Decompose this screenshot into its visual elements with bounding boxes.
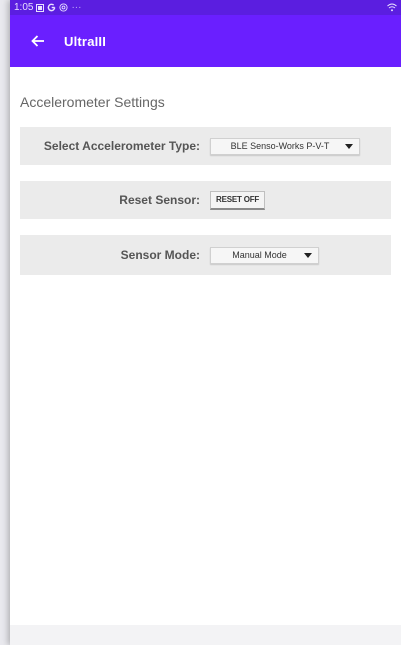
reset-sensor-row: Reset Sensor: RESET OFF	[20, 181, 391, 219]
app-title: UltraIII	[64, 33, 107, 49]
reset-sensor-button[interactable]: RESET OFF	[210, 190, 266, 210]
settings-content: Accelerometer Settings Select Accelerome…	[10, 94, 401, 275]
sensor-mode-dropdown[interactable]: Manual Mode	[210, 246, 319, 264]
app-bar: UltraIII	[10, 15, 401, 67]
google-icon	[48, 3, 56, 12]
arrow-back-icon	[31, 35, 44, 47]
sensor-mode-label: Sensor Mode:	[120, 248, 200, 262]
dropdown-caret-icon	[345, 143, 353, 149]
notification-icon	[36, 3, 45, 12]
navigation-bar	[10, 625, 401, 645]
status-time: 1:05	[14, 2, 34, 13]
dropdown-caret-icon	[304, 252, 312, 258]
accelerometer-type-value: BLE Senso-Works P-V-T	[230, 141, 330, 151]
status-bar-left: 1:05 ···	[14, 0, 81, 15]
app-screen: 1:05 ··· UltraIII Accelerometer Settings…	[10, 0, 401, 645]
wifi-icon	[387, 3, 397, 12]
accelerometer-type-label: Select Accelerometer Type:	[43, 139, 200, 153]
section-title: Accelerometer Settings	[20, 94, 165, 110]
sensor-mode-row: Sensor Mode: Manual Mode	[20, 235, 391, 275]
sensor-mode-value: Manual Mode	[232, 250, 287, 260]
more-dots-icon: ···	[71, 2, 82, 13]
reset-sensor-label: Reset Sensor:	[119, 193, 200, 207]
back-button[interactable]	[26, 29, 50, 53]
at-icon	[59, 3, 69, 12]
accelerometer-type-dropdown[interactable]: BLE Senso-Works P-V-T	[210, 137, 360, 155]
accelerometer-type-row: Select Accelerometer Type: BLE Senso-Wor…	[20, 127, 391, 165]
status-bar: 1:05 ···	[10, 0, 401, 15]
